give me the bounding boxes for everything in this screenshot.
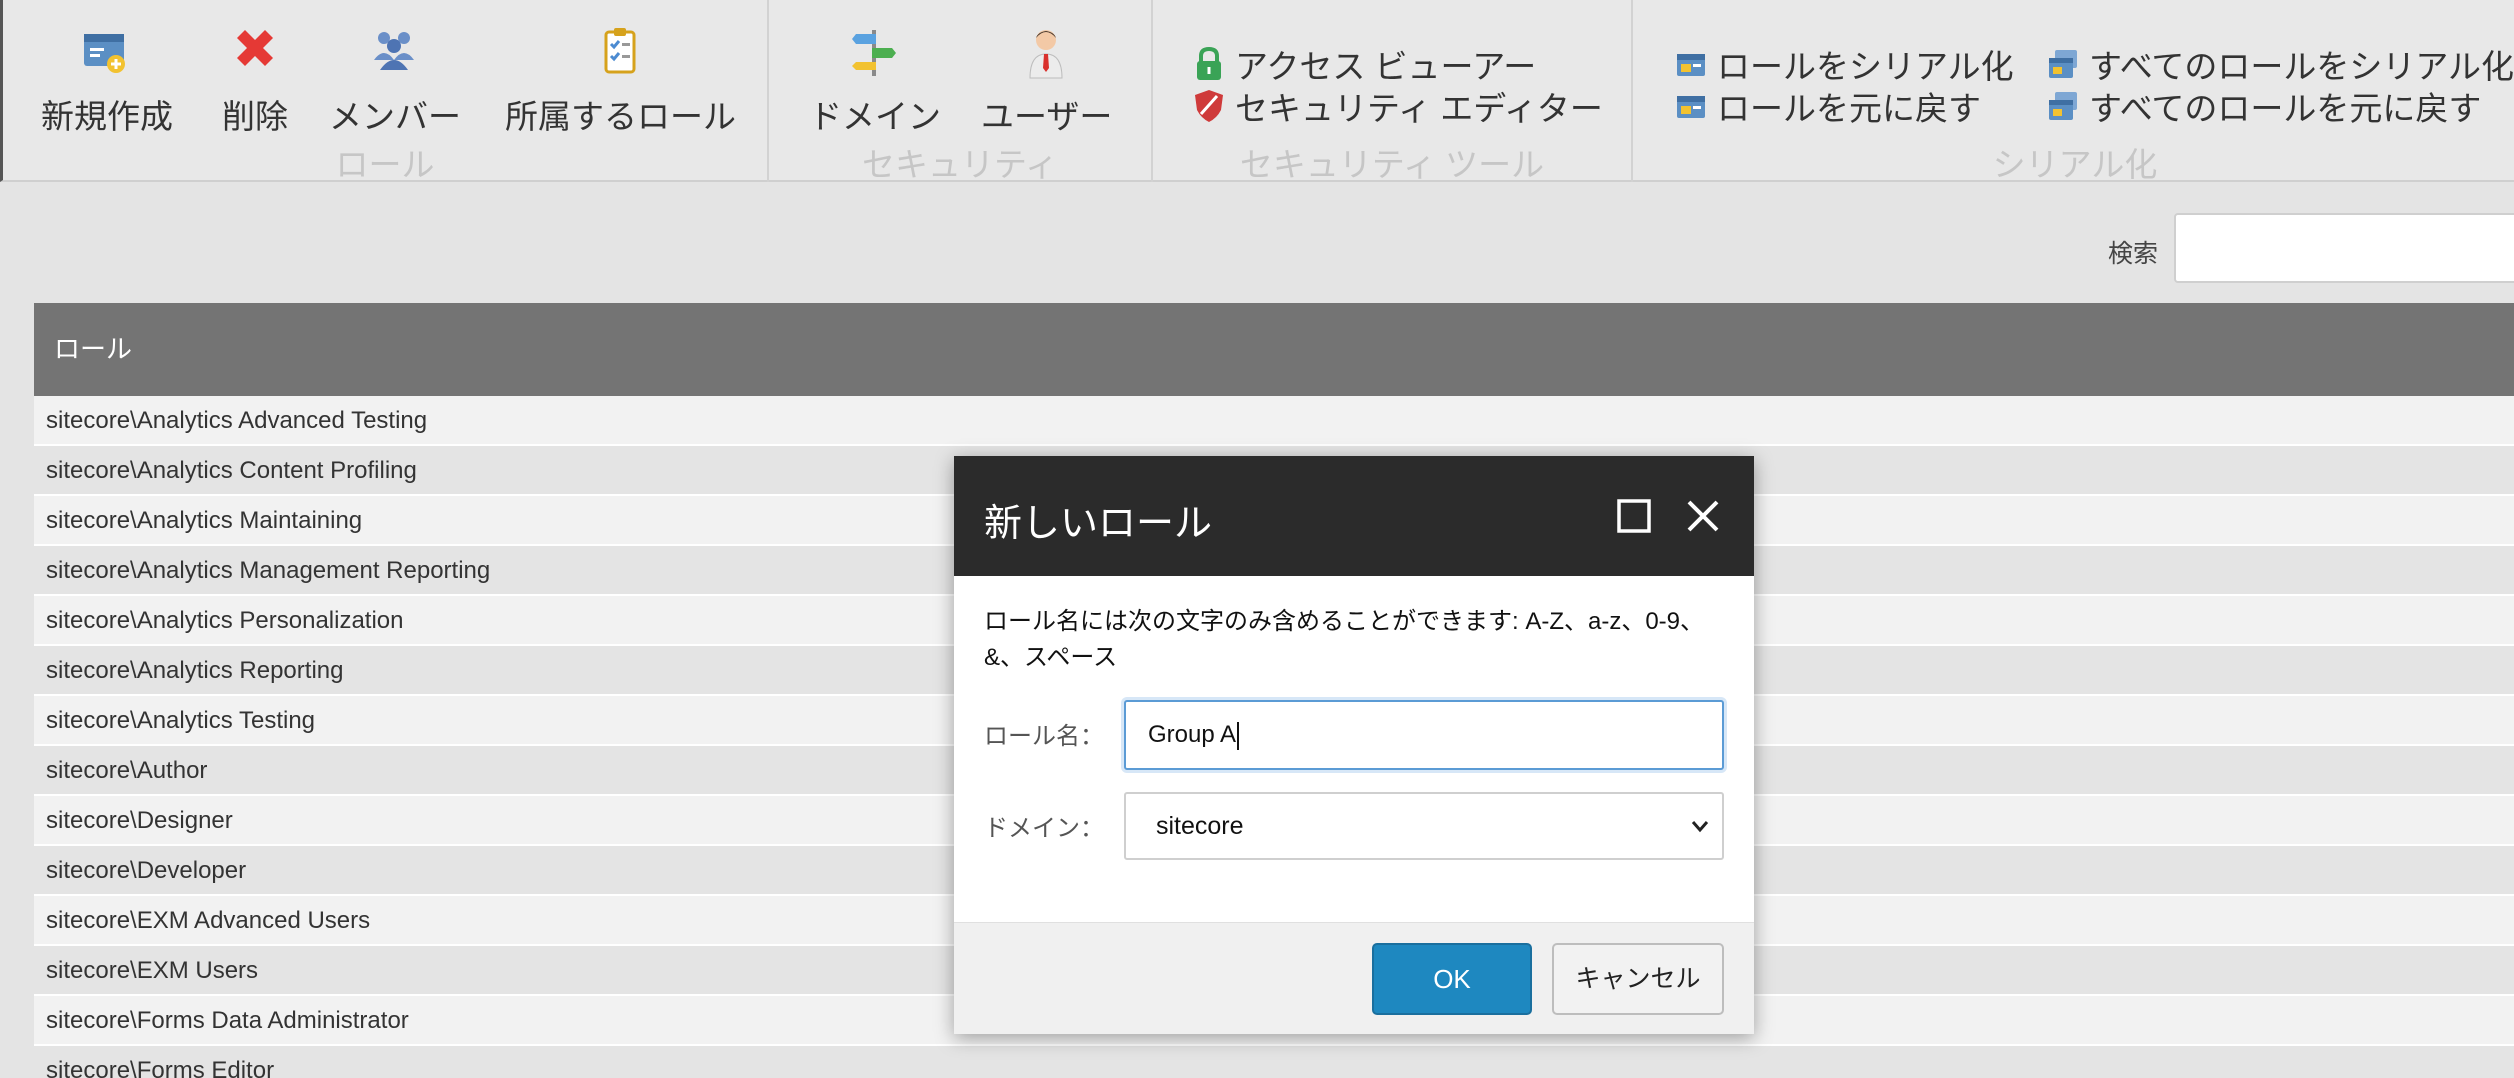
- serialize-icon: [1677, 54, 1705, 76]
- revert-icon: [1677, 96, 1705, 118]
- ribbon-group-title-serialization: シリアル化: [1992, 146, 2158, 183]
- clipboard-check-icon: [604, 28, 636, 74]
- user-button[interactable]: ユーザー: [981, 24, 1113, 138]
- domain-label: ドメイン: [809, 98, 941, 135]
- domain-button[interactable]: ドメイン: [809, 24, 941, 138]
- table-row[interactable]: sitecore\Forms Editor: [34, 1046, 2514, 1078]
- delete-role-button[interactable]: 削除: [215, 24, 295, 138]
- dialog-footer: OK キャンセル: [954, 922, 1754, 1034]
- domain-signpost-icon: [852, 30, 896, 76]
- search-input[interactable]: [2174, 213, 2514, 283]
- access-viewer-label: アクセス ビューアー: [1235, 48, 1537, 85]
- revert-role-button[interactable]: ロールを元に戻す: [1673, 82, 1981, 130]
- dialog-title: 新しいロール: [984, 503, 1213, 545]
- delete-x-icon: [237, 30, 273, 66]
- revert-all-icon: [2049, 92, 2077, 120]
- delete-role-label: 削除: [222, 98, 288, 135]
- member-of-button[interactable]: 所属するロール: [505, 24, 736, 138]
- serialize-all-button[interactable]: すべてのロールをシリアル化: [2045, 40, 2514, 88]
- new-role-dialog: 新しいロール ロール名には次の文字のみ含めることができます: A-Z、a-z、0…: [954, 456, 1754, 1034]
- ribbon-group-title-security-tools: セキュリティ ツール: [1239, 146, 1545, 183]
- chevron-down-icon: [1691, 821, 1709, 833]
- serialize-all-icon: [2049, 50, 2077, 78]
- ok-button[interactable]: OK: [1372, 943, 1532, 1015]
- maximize-icon[interactable]: [1614, 496, 1654, 536]
- ribbon-group-role: 新規作成 削除 メンバー 所属するロール ロール: [3, 0, 769, 183]
- members-button[interactable]: メンバー: [329, 24, 461, 138]
- table-row[interactable]: sitecore\Analytics Advanced Testing: [34, 396, 2514, 446]
- new-role-label: 新規作成: [41, 98, 173, 135]
- close-icon[interactable]: [1681, 494, 1725, 538]
- members-label: メンバー: [329, 98, 461, 135]
- ribbon-group-title-role: ロール: [335, 146, 435, 183]
- domain-field-label: ドメイン：: [984, 815, 1104, 842]
- security-editor-button[interactable]: セキュリティ エディター: [1191, 82, 1603, 130]
- text-caret: [1237, 721, 1240, 750]
- role-name-label: ロール名：: [984, 723, 1104, 750]
- serialize-role-label: ロールをシリアル化: [1717, 48, 2014, 85]
- user-label: ユーザー: [981, 98, 1113, 135]
- access-viewer-button[interactable]: アクセス ビューアー: [1191, 40, 1536, 88]
- dialog-message: ロール名には次の文字のみ含めることができます: A-Z、a-z、0-9、&、スペ…: [984, 608, 1705, 671]
- ribbon-group-serialization: ロールをシリアル化 ロールを元に戻す すべてのロールをシリアル化 すべてのロール…: [1633, 0, 2514, 183]
- ribbon-group-title-security: セキュリティ: [861, 146, 1059, 183]
- shield-icon: [1195, 90, 1223, 122]
- new-role-icon: [84, 34, 125, 73]
- role-name-value: Group A: [1148, 721, 1237, 748]
- security-editor-label: セキュリティ エディター: [1235, 90, 1603, 127]
- lock-icon: [1197, 46, 1221, 80]
- search-label: 検索: [2108, 240, 2159, 268]
- revert-all-label: すべてのロールを元に戻す: [2089, 90, 2482, 127]
- members-icon: [374, 32, 414, 70]
- ribbon-group-security-tools: アクセス ビューアー セキュリティ エディター セキュリティ ツール: [1153, 0, 1633, 183]
- dialog-header[interactable]: 新しいロール: [954, 456, 1754, 576]
- serialize-role-button[interactable]: ロールをシリアル化: [1673, 40, 2014, 88]
- grid-header-role[interactable]: ロール: [34, 303, 2514, 396]
- ribbon: 新規作成 削除 メンバー 所属するロール ロール ドメイン ユーザー セキュリテ…: [0, 0, 2514, 183]
- revert-all-button[interactable]: すべてのロールを元に戻す: [2045, 82, 2481, 130]
- role-name-input[interactable]: Group A: [1124, 700, 1724, 770]
- ribbon-group-security: ドメイン ユーザー セキュリティ: [769, 0, 1153, 183]
- new-role-button[interactable]: 新規作成: [41, 24, 173, 138]
- member-of-label: 所属するロール: [505, 98, 736, 135]
- domain-select[interactable]: sitecore: [1124, 792, 1724, 860]
- domain-select-value: sitecore: [1156, 812, 1244, 840]
- serialize-all-label: すべてのロールをシリアル化: [2089, 48, 2514, 85]
- revert-role-label: ロールを元に戻す: [1717, 90, 1981, 127]
- user-icon: [1029, 30, 1063, 79]
- cancel-button[interactable]: キャンセル: [1552, 943, 1724, 1015]
